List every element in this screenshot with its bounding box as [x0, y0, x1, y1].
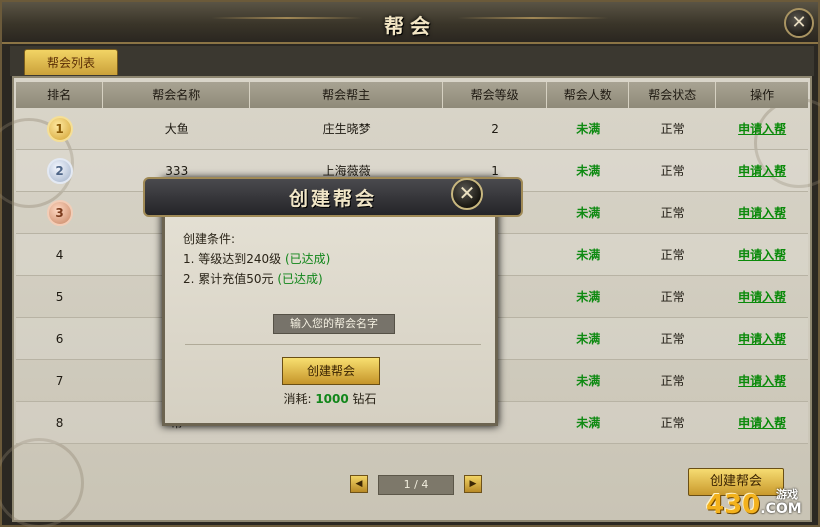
gold-medal-icon: 1 [46, 116, 73, 142]
title-bar: 帮会 ✕ [2, 2, 818, 44]
page-indicator: 1 / 4 [378, 475, 454, 495]
tab-strip: 帮会列表 [10, 46, 814, 76]
site-logo: 430.COM 游戏 [706, 488, 818, 524]
guild-status: 正常 [660, 290, 685, 304]
guild-name-input[interactable]: 输入您的帮会名字 [273, 314, 395, 334]
member-count: 未满 [576, 416, 601, 430]
guild-status: 正常 [660, 374, 685, 388]
guild-level: 2 [491, 122, 499, 136]
apply-join-link[interactable]: 申请入帮 [738, 416, 786, 430]
condition-item: 1. 等级达到240级 (已达成) [183, 249, 330, 269]
apply-join-link[interactable]: 申请入帮 [738, 164, 786, 178]
dialog-create-button[interactable]: 创建帮会 [282, 357, 380, 385]
rank-cell: 1 [16, 108, 103, 149]
condition-status: (已达成) [277, 272, 323, 286]
close-icon[interactable]: ✕ [784, 8, 814, 38]
header-guild-name: 帮会名称 [103, 82, 251, 108]
apply-join-link[interactable]: 申请入帮 [738, 122, 786, 136]
tab-guild-list[interactable]: 帮会列表 [24, 49, 118, 75]
apply-join-link[interactable]: 申请入帮 [738, 206, 786, 220]
apply-join-link[interactable]: 申请入帮 [738, 248, 786, 262]
header-guild-status: 帮会状态 [629, 82, 717, 108]
condition-text: 1. 等级达到240级 [183, 252, 282, 266]
rank-cell: 2 [16, 150, 103, 191]
next-page-button[interactable]: ▶ [464, 475, 482, 493]
rank-cell: 3 [16, 192, 103, 233]
logo-main: 430 [706, 490, 761, 520]
apply-join-link[interactable]: 申请入帮 [738, 374, 786, 388]
member-count: 未满 [576, 206, 601, 220]
rank-cell: 7 [55, 374, 64, 388]
guild-status: 正常 [660, 248, 685, 262]
header-guild-level: 帮会等级 [443, 82, 548, 108]
guild-status: 正常 [660, 206, 685, 220]
table-header: 排名 帮会名称 帮会帮主 帮会等级 帮会人数 帮会状态 操作 [16, 82, 808, 108]
header-rank: 排名 [16, 82, 104, 108]
guild-status: 正常 [660, 416, 685, 430]
rank-cell: 4 [55, 248, 64, 262]
arrow-left-icon: ◀ [355, 479, 363, 489]
dialog-close-icon[interactable]: ✕ [451, 178, 483, 210]
window-title: 帮会 [384, 14, 436, 38]
condition-status: (已达成) [285, 252, 331, 266]
logo-sub: 游戏 [776, 488, 798, 501]
guild-leader: 庄生晓梦 [322, 122, 371, 136]
guild-window: 帮会 ✕ 帮会列表 排名 帮会名称 帮会帮主 帮会等级 帮会人数 帮会状态 操作… [0, 0, 820, 527]
cost-amount: 1000 [315, 392, 349, 406]
header-guild-leader: 帮会帮主 [250, 82, 443, 108]
silver-medal-icon: 2 [46, 158, 73, 184]
condition-item: 2. 累计充值50元 (已达成) [183, 269, 330, 289]
cost-unit: 钻石 [352, 392, 377, 406]
apply-join-link[interactable]: 申请入帮 [738, 290, 786, 304]
member-count: 未满 [576, 122, 601, 136]
bronze-medal-icon: 3 [46, 200, 73, 226]
decor-swirl-bottom-left [0, 438, 84, 527]
table-row: 1 大鱼 庄生晓梦 2 未满 正常 申请入帮 [16, 108, 808, 150]
dialog-divider [185, 344, 481, 345]
member-count: 未满 [576, 332, 601, 346]
guild-name: 大鱼 [164, 122, 189, 136]
guild-status: 正常 [660, 164, 685, 178]
guild-status: 正常 [660, 332, 685, 346]
rank-cell: 8 [55, 416, 64, 430]
title-ornament-right [458, 17, 608, 19]
apply-join-link[interactable]: 申请入帮 [738, 332, 786, 346]
conditions-block: 创建条件: 1. 等级达到240级 (已达成) 2. 累计充值50元 (已达成) [183, 229, 330, 289]
cost-line: 消耗: 1000 钻石 [165, 390, 495, 407]
rank-cell: 6 [55, 332, 64, 346]
member-count: 未满 [576, 248, 601, 262]
header-member-count: 帮会人数 [547, 82, 630, 108]
conditions-label: 创建条件: [183, 232, 236, 246]
member-count: 未满 [576, 374, 601, 388]
condition-text: 2. 累计充值50元 [183, 272, 274, 286]
header-action: 操作 [750, 88, 775, 102]
guild-status: 正常 [660, 122, 685, 136]
arrow-right-icon: ▶ [469, 479, 477, 489]
logo-suffix: .COM [760, 501, 802, 517]
member-count: 未满 [576, 164, 601, 178]
member-count: 未满 [576, 290, 601, 304]
prev-page-button[interactable]: ◀ [350, 475, 368, 493]
create-guild-dialog: 创建帮会 ✕ 创建条件: 1. 等级达到240级 (已达成) 2. 累计充值50… [143, 177, 523, 426]
cost-label: 消耗: [283, 392, 312, 406]
rank-cell: 5 [55, 290, 64, 304]
